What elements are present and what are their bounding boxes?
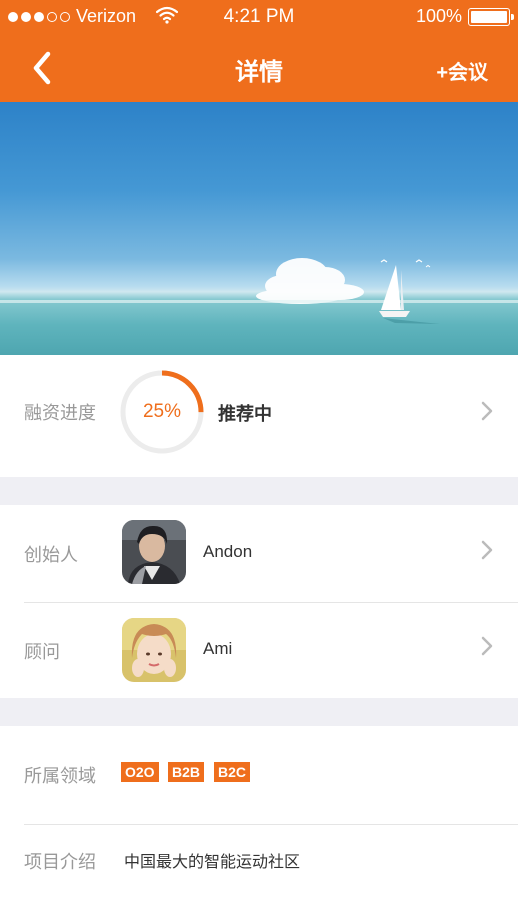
advisor-name: Ami bbox=[203, 639, 233, 658]
banner-image bbox=[0, 102, 518, 355]
founder-name: Andon bbox=[203, 542, 253, 561]
progress-percent: 25% bbox=[142, 401, 182, 422]
add-meeting-button[interactable]: +会议 bbox=[436, 56, 488, 85]
battery-icon bbox=[468, 7, 514, 26]
battery-status: 100% bbox=[415, 6, 514, 27]
nav-bar: 详情 +会议 bbox=[0, 34, 518, 102]
domain-tag: O2O bbox=[121, 762, 159, 782]
status-bar: Verizon 4:21 PM 100% bbox=[0, 0, 518, 34]
intro-label: 项目介绍 bbox=[24, 852, 96, 872]
intro-text: 中国最大的智能运动社区 bbox=[124, 854, 301, 871]
chevron-right-icon bbox=[481, 401, 493, 421]
founder-avatar[interactable] bbox=[122, 520, 186, 584]
financing-status: 推荐中 bbox=[218, 404, 272, 424]
financing-progress-label: 融资进度 bbox=[24, 403, 96, 423]
advisor-label: 顾问 bbox=[24, 642, 60, 662]
header: Verizon 4:21 PM 100% 详情 +会议 bbox=[0, 0, 518, 102]
chevron-right-icon bbox=[481, 636, 493, 656]
domain-tag: B2B bbox=[168, 762, 205, 782]
founder-label: 创始人 bbox=[24, 545, 78, 565]
sailboat-icon bbox=[379, 265, 440, 324]
section-gap bbox=[0, 477, 518, 505]
chevron-right-icon bbox=[481, 540, 493, 560]
seascape-illustration bbox=[0, 258, 518, 324]
advisor-row[interactable] bbox=[0, 603, 518, 698]
section-gap bbox=[0, 698, 518, 726]
advisor-avatar[interactable] bbox=[122, 618, 186, 682]
domain-tag: B2C bbox=[214, 762, 251, 782]
domain-label: 所属领域 bbox=[24, 766, 96, 786]
battery-percent: 100% bbox=[415, 6, 462, 26]
